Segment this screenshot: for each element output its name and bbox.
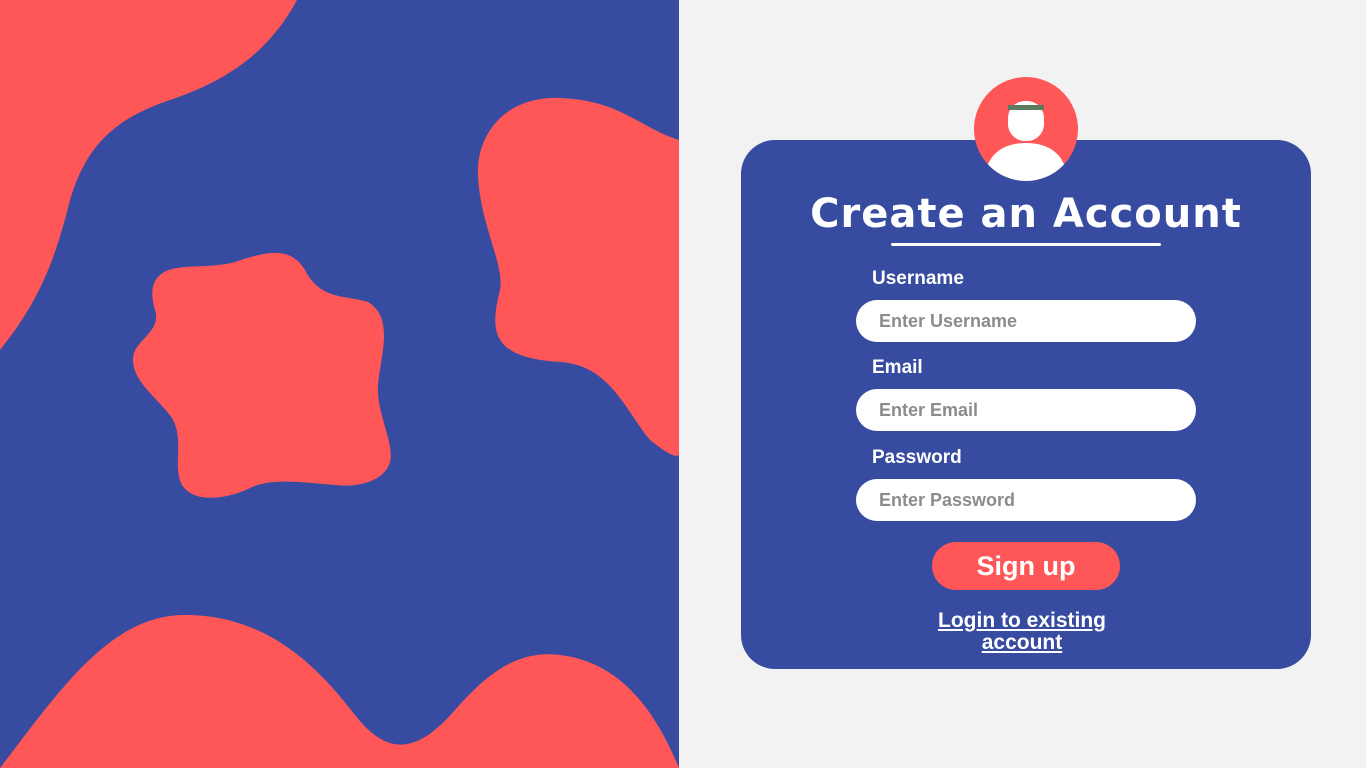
center-star-blob <box>132 252 391 498</box>
username-label: Username <box>872 268 964 289</box>
blob-background-icon <box>0 0 679 768</box>
username-input[interactable] <box>856 300 1196 342</box>
title-underline <box>891 243 1161 246</box>
email-input[interactable] <box>856 389 1196 431</box>
signup-button[interactable]: Sign up <box>932 542 1120 590</box>
bottom-blob <box>0 615 679 768</box>
email-label: Email <box>872 357 923 378</box>
password-input[interactable] <box>856 479 1196 521</box>
page-title: Create an Account <box>810 191 1242 237</box>
right-blob <box>477 97 679 456</box>
login-link[interactable]: Login to existing account <box>922 610 1122 654</box>
decorative-panel <box>0 0 679 768</box>
password-label: Password <box>872 447 962 468</box>
avatar <box>974 77 1078 181</box>
user-avatar-icon <box>984 101 1068 181</box>
